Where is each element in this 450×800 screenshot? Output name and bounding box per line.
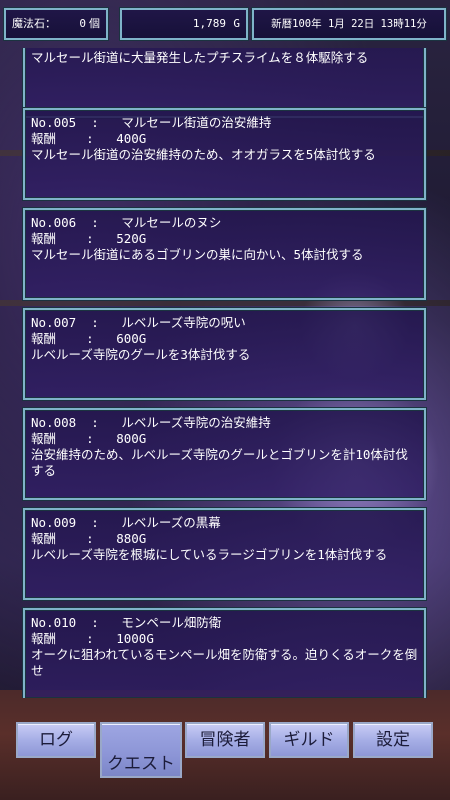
quest-card[interactable]: No.005 : マルセール街道の治安維持 報酬 : 400G マルセール街道の… [23, 108, 426, 200]
quest-reward-label: 報酬 [31, 331, 57, 346]
quest-card[interactable]: No.009 : ルベルーズの黒幕 報酬 : 880G ルベルーズ寺院を根城にし… [23, 508, 426, 600]
quest-reward-label: 報酬 [31, 531, 57, 546]
quest-reward-label: 報酬 [31, 431, 57, 446]
quest-description: ルベルーズ寺院を根城にしているラージゴブリンを1体討伐する [31, 547, 388, 562]
quest-title: ルベルーズの黒幕 [121, 515, 221, 530]
quest-title: モンペール畑防衛 [121, 615, 222, 630]
quest-reward: 400G [116, 131, 147, 146]
tab-adventurer[interactable]: 冒険者 [185, 722, 265, 758]
gold-unit: G [233, 17, 240, 30]
quest-reward-row: 報酬 : 520G [31, 231, 147, 246]
quest-title: マルセールのヌシ [121, 215, 222, 230]
quest-description: ルベルーズ寺院のグールを3体討伐する [31, 347, 251, 362]
quest-description: マルセール街道にあるゴブリンの巣に向かい、5体討伐する [31, 247, 364, 262]
quest-number: No.009 [31, 515, 77, 530]
quest-number: No.006 [31, 215, 77, 230]
quest-reward-row: 報酬 : 800G [31, 431, 147, 446]
quest-description: マルセール街道に大量発生したプチスライムを８体駆除する [31, 50, 369, 65]
quest-title: ルベルーズ寺院の呪い [121, 315, 246, 330]
quest-reward: 600G [116, 331, 147, 346]
magic-stone-value: 0 [79, 17, 86, 30]
quest-header: No.007 : ルベルーズ寺院の呪い [31, 315, 246, 330]
quest-header: No.009 : ルベルーズの黒幕 [31, 515, 221, 530]
quest-reward-row: 報酬 : 880G [31, 531, 147, 546]
quest-description: マルセール街道の治安維持のため、オオガラスを5体討伐する [31, 147, 376, 162]
quest-header: No.006 : マルセールのヌシ [31, 215, 222, 230]
game-date: 新暦100年 1月 22日 13時11分 [251, 7, 447, 41]
tab-guild[interactable]: ギルド [269, 722, 349, 758]
quest-header: No.010 : モンペール畑防衛 [31, 615, 222, 630]
quest-reward: 880G [116, 531, 147, 546]
magic-stone-unit: 個 [89, 17, 100, 30]
quest-number: No.010 [31, 615, 77, 630]
quest-card[interactable]: No.010 : モンペール畑防衛 報酬 : 1000G オークに狙われているモ… [23, 608, 426, 698]
tab-settings[interactable]: 設定 [353, 722, 433, 758]
quest-reward-label: 報酬 [31, 131, 57, 146]
quest-list[interactable]: マルセール街道に大量発生したプチスライムを８体駆除する No.005 : マルセ… [0, 48, 450, 698]
quest-card[interactable]: No.006 : マルセールのヌシ 報酬 : 520G マルセール街道にあるゴブ… [23, 208, 426, 300]
quest-reward-row: 報酬 : 400G [31, 131, 147, 146]
quest-reward: 800G [116, 431, 147, 446]
quest-reward-row: 報酬 : 1000G [31, 631, 154, 646]
quest-number: No.008 [31, 415, 77, 430]
quest-reward-row: 報酬 : 600G [31, 331, 147, 346]
magic-stone-counter: 魔法石： 0 個 [3, 7, 109, 41]
quest-title: マルセール街道の治安維持 [121, 115, 272, 130]
quest-description: オークに狙われているモンペール畑を防衛する。迫りくるオークを倒せ [31, 647, 418, 678]
quest-card[interactable]: No.007 : ルベルーズ寺院の呪い 報酬 : 600G ルベルーズ寺院のグー… [23, 308, 426, 400]
quest-header: No.005 : マルセール街道の治安維持 [31, 115, 272, 130]
quest-reward-label: 報酬 [31, 231, 57, 246]
gold-value: 1,789 [192, 17, 226, 30]
quest-reward: 1000G [116, 631, 154, 646]
quest-card[interactable]: No.008 : ルベルーズ寺院の治安維持 報酬 : 800G 治安維持のため、… [23, 408, 426, 500]
gold-counter: 1,789 G [119, 7, 249, 41]
magic-stone-label: 魔法石： [12, 17, 56, 30]
quest-description: 治安維持のため、ルベルーズ寺院のグールとゴブリンを計10体討伐する [31, 447, 408, 478]
tab-quest[interactable]: クエスト [100, 722, 182, 778]
quest-reward-label: 報酬 [31, 631, 57, 646]
quest-header: No.008 : ルベルーズ寺院の治安維持 [31, 415, 271, 430]
quest-number: No.007 [31, 315, 77, 330]
tab-log[interactable]: ログ [16, 722, 96, 758]
quest-number: No.005 [31, 115, 77, 130]
quest-title: ルベルーズ寺院の治安維持 [121, 415, 271, 430]
quest-reward: 520G [116, 231, 147, 246]
